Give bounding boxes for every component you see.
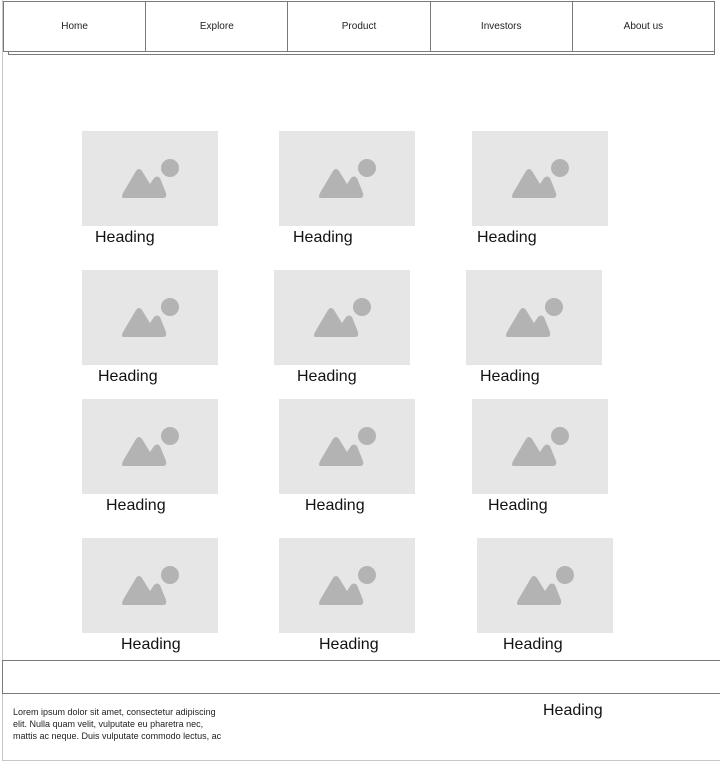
image-placeholder	[82, 270, 218, 365]
nav-item-investors[interactable]: Investors	[431, 2, 573, 51]
card-heading: Heading	[319, 636, 379, 653]
image-placeholder	[279, 131, 415, 226]
image-placeholder-icon	[517, 566, 574, 605]
image-placeholder-icon	[506, 298, 563, 337]
card-heading: Heading	[488, 497, 548, 514]
card-heading: Heading	[106, 497, 166, 514]
image-placeholder	[466, 270, 602, 365]
image-placeholder-icon	[319, 566, 376, 605]
image-placeholder	[477, 538, 613, 633]
image-placeholder	[82, 538, 218, 633]
image-placeholder	[279, 538, 415, 633]
image-placeholder-icon	[122, 566, 179, 605]
image-placeholder-icon	[122, 427, 179, 466]
image-placeholder-icon	[512, 159, 569, 198]
nav-item-product[interactable]: Product	[288, 2, 431, 51]
card-heading: Heading	[480, 368, 540, 385]
nav-item-about-us[interactable]: About us	[573, 2, 714, 51]
nav-item-explore[interactable]: Explore	[146, 2, 289, 51]
image-placeholder	[279, 399, 415, 494]
card-heading: Heading	[95, 229, 155, 246]
nav-item-home[interactable]: Home	[4, 2, 147, 51]
footer-text-line: mattis ac neque. Duis vulputate commodo …	[13, 731, 222, 741]
footer-band	[2, 660, 720, 694]
card-heading: Heading	[477, 229, 537, 246]
image-placeholder	[82, 131, 218, 226]
card-heading: Heading	[121, 636, 181, 653]
card-heading: Heading	[293, 229, 353, 246]
footer-text-line: elit. Nulla quam velit, vulputate eu pha…	[13, 719, 204, 729]
card-heading: Heading	[305, 497, 365, 514]
card-heading: Heading	[297, 368, 357, 385]
top-nav: Home Explore Product Investors About us	[3, 1, 715, 52]
footer-text-line: Lorem ipsum dolor sit amet, consectetur …	[13, 707, 216, 717]
image-placeholder-icon	[122, 159, 179, 198]
footer-text: Lorem ipsum dolor sit amet, consectetur …	[13, 706, 238, 742]
card-heading: Heading	[98, 368, 158, 385]
image-placeholder-icon	[122, 298, 179, 337]
footer-heading: Heading	[543, 702, 603, 719]
image-placeholder-icon	[319, 427, 376, 466]
image-placeholder-icon	[319, 159, 376, 198]
image-placeholder-icon	[512, 427, 569, 466]
image-placeholder-icon	[314, 298, 371, 337]
card-heading: Heading	[503, 636, 563, 653]
image-placeholder	[472, 131, 608, 226]
image-placeholder	[82, 399, 218, 494]
image-placeholder	[472, 399, 608, 494]
image-placeholder	[274, 270, 410, 365]
